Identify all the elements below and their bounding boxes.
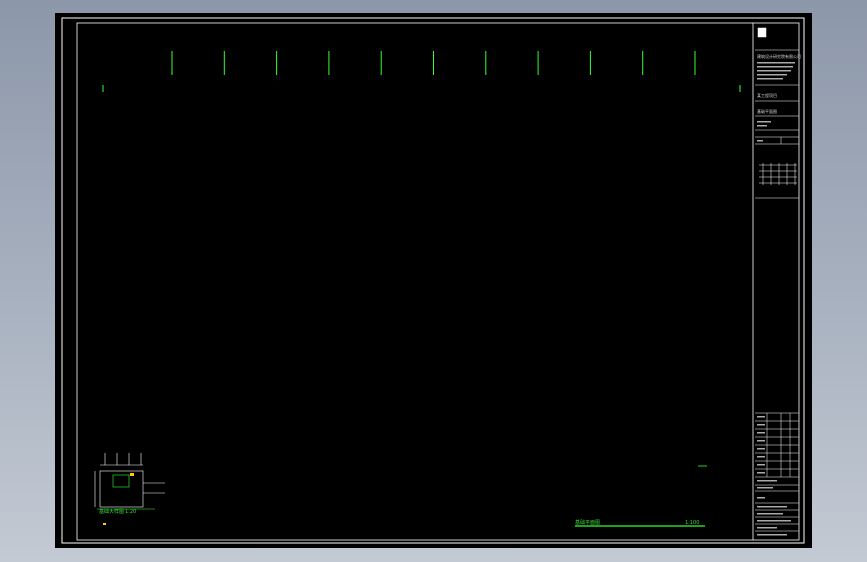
drawing-sheet: 建筑设计研究院有限公司 某工程项目 基础平面图 基础大样图 1:20 基础平面图…	[61, 17, 805, 544]
detail-title: 基础大样图	[99, 508, 124, 515]
title-block	[755, 27, 799, 532]
inner-border	[76, 22, 800, 541]
column-markers	[171, 51, 696, 75]
drawing-name: 基础平面图	[757, 108, 777, 114]
outer-border	[61, 17, 805, 544]
foundation-detail	[94, 453, 165, 510]
drawing-scale: 1:100	[685, 520, 699, 526]
detail-marker	[130, 473, 134, 476]
detail-scale: 1:20	[125, 509, 136, 515]
drawing-title: 基础平面图	[575, 519, 600, 526]
company-logo	[757, 27, 767, 38]
project-name: 某工程项目	[757, 92, 777, 98]
note-marker	[103, 523, 106, 525]
company-name: 建筑设计研究院有限公司	[757, 53, 801, 59]
title-block-text-lines	[757, 62, 795, 536]
cad-viewport[interactable]: 建筑设计研究院有限公司 某工程项目 基础平面图 基础大样图 1:20 基础平面图…	[55, 13, 812, 548]
